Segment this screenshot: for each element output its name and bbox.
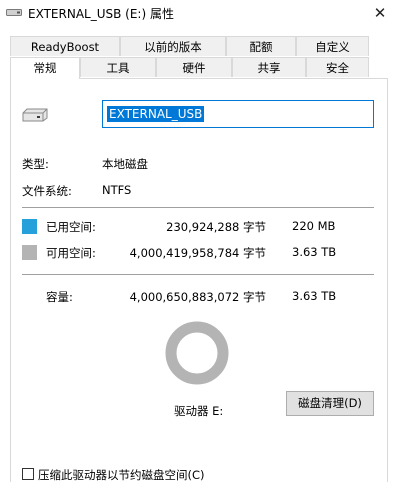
used-space-label: 已用空间:: [46, 220, 96, 234]
used-space-bytes: 230,924,288 字节: [166, 220, 266, 234]
used-space-size: 220 MB: [292, 219, 336, 233]
tab-tools[interactable]: 工具: [80, 57, 156, 77]
close-button[interactable]: ✕: [365, 1, 395, 25]
divider: [22, 207, 374, 208]
capacity-size: 3.63 TB: [292, 289, 337, 303]
general-panel: [10, 78, 388, 482]
free-space-size: 3.63 TB: [292, 245, 337, 259]
tab-security[interactable]: 安全: [306, 57, 369, 77]
tab-general[interactable]: 常规: [10, 57, 80, 79]
drive-icon: [6, 9, 22, 16]
window-title: EXTERNAL_USB (E:) 属性: [28, 7, 174, 21]
tab-customize[interactable]: 自定义: [296, 36, 369, 56]
filesystem-label: 文件系统:: [22, 184, 72, 198]
tab-readyboost[interactable]: ReadyBoost: [10, 36, 120, 56]
divider: [22, 274, 374, 275]
capacity-label: 容量:: [46, 290, 73, 304]
tab-previous-versions[interactable]: 以前的版本: [120, 36, 226, 56]
title-bar: EXTERNAL_USB (E:) 属性 ✕: [0, 0, 399, 28]
filesystem-value: NTFS: [102, 183, 132, 197]
donut-free-ring: [165, 321, 229, 385]
tab-hardware[interactable]: 硬件: [156, 57, 232, 77]
free-space-bytes: 4,000,419,958,784 字节: [129, 246, 266, 260]
free-space-swatch: [22, 245, 37, 260]
compress-label: 压缩此驱动器以节约磁盘空间(C): [38, 468, 205, 482]
type-value: 本地磁盘: [102, 157, 148, 171]
tab-row-2: 常规 工具 硬件 共享 安全: [10, 57, 369, 79]
capacity-bytes: 4,000,650,883,072 字节: [129, 290, 266, 304]
tab-quota[interactable]: 配额: [226, 36, 296, 56]
used-space-swatch: [22, 219, 37, 234]
tab-row-1: ReadyBoost 以前的版本 配额 自定义: [10, 36, 369, 57]
drive-name-selected-text: EXTERNAL_USB: [107, 106, 205, 122]
compress-checkbox[interactable]: [22, 468, 34, 480]
usage-donut-chart: [165, 321, 229, 385]
drive-letter-label: 驱动器 E:: [174, 404, 224, 418]
drive-icon: [22, 108, 48, 122]
tab-sharing[interactable]: 共享: [232, 57, 306, 77]
drive-name-input[interactable]: EXTERNAL_USB: [102, 100, 374, 128]
disk-cleanup-button[interactable]: 磁盘清理(D): [286, 391, 374, 416]
free-space-label: 可用空间:: [46, 246, 96, 260]
type-label: 类型:: [22, 157, 49, 171]
